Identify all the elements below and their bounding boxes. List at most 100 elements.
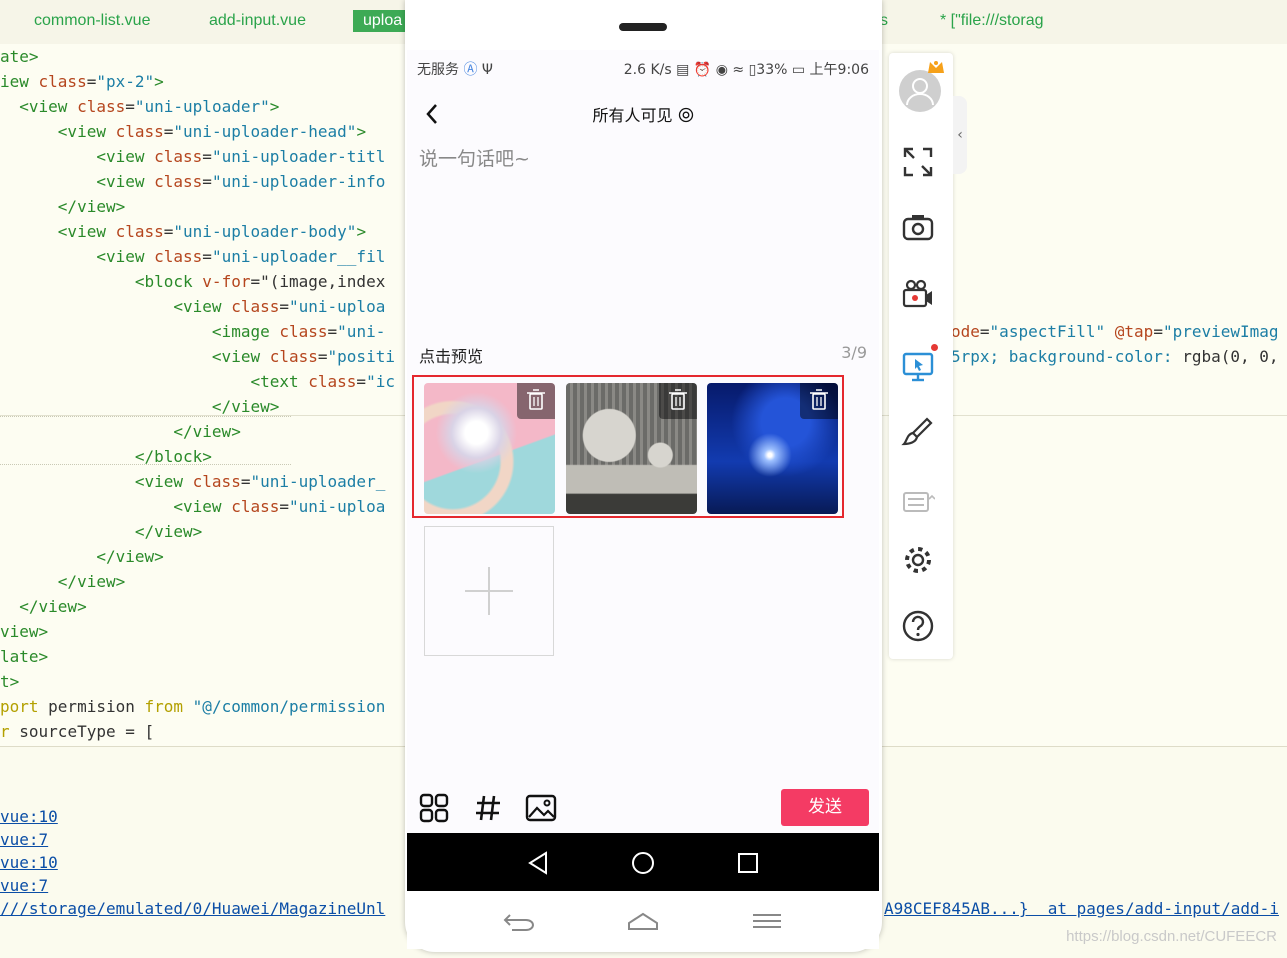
home-outline-icon[interactable] [627, 911, 659, 931]
status-speed: 2.6 K/s [623, 62, 672, 78]
camera-icon[interactable] [901, 211, 935, 245]
image-thumbnail[interactable] [424, 383, 555, 514]
code-token: 5rpx; background-color: [951, 347, 1183, 366]
nav-bar: 所有人可见 [407, 86, 879, 138]
image-thumbnail[interactable] [566, 383, 697, 514]
code-token: </view> [96, 547, 164, 566]
menu-icon[interactable] [751, 911, 783, 931]
tab-upload[interactable]: uploa [353, 10, 413, 32]
post-textarea[interactable]: 说一句话吧~ [419, 144, 859, 314]
code-token: "uni-uploader-titl [211, 147, 386, 166]
code-token: late> [0, 647, 49, 666]
code-token: <image [211, 322, 280, 341]
help-icon[interactable] [901, 609, 935, 643]
code-token: = [202, 247, 212, 266]
android-back-icon[interactable] [527, 851, 549, 875]
code-line: ate> [0, 44, 39, 69]
code-line: </view> [0, 394, 279, 419]
code-token: class [279, 322, 328, 341]
delete-button[interactable] [517, 383, 555, 419]
code-token: <view [57, 222, 116, 241]
usb-plug-icon: Ψ [481, 62, 493, 78]
fullscreen-icon[interactable] [901, 145, 935, 179]
delete-button[interactable] [800, 383, 838, 419]
code-token: </view> [211, 397, 280, 416]
code-token: "aspectFill" [989, 322, 1106, 341]
code-line: <view class="uni-uploader__fil [0, 244, 385, 269]
crown-icon [928, 61, 944, 73]
add-image-button[interactable] [424, 526, 554, 656]
console-link[interactable]: vue:10 [0, 807, 58, 826]
console-right-text[interactable]: A98CEF845AB...} at pages/add-input/add-i [884, 899, 1279, 918]
console-path[interactable]: ///storage/emulated/0/Huawei/MagazineUnl [0, 899, 385, 918]
code-line: </block> [0, 444, 212, 469]
keyboard-icon[interactable] [901, 483, 935, 517]
alarm-icon: ⏰ [693, 62, 712, 78]
code-token: "uni-uploader-body" [173, 222, 357, 241]
brush-icon[interactable] [901, 415, 935, 449]
code-token: <view [96, 147, 155, 166]
code-token: = [327, 322, 338, 341]
console-link[interactable]: vue:7 [0, 876, 48, 895]
tab-common-list[interactable]: common-list.vue [34, 12, 150, 30]
screen-cast-icon[interactable] [901, 349, 935, 383]
post-toolbar: 发送 [407, 783, 879, 833]
system-nav-bar [407, 833, 879, 891]
grid-icon[interactable] [419, 793, 449, 823]
android-recent-icon[interactable] [737, 851, 759, 875]
code-token: @tap [1114, 322, 1154, 341]
code-token: rgba(0, 0, [1182, 347, 1279, 366]
console-link[interactable]: vue:7 [0, 830, 48, 849]
code-token: "uni-uploader-head" [173, 122, 357, 141]
side-panel-collapse-button[interactable]: ‹ [953, 96, 967, 174]
code-line: <view class="uni-uploa [0, 494, 385, 519]
notification-dot [931, 344, 938, 351]
code-line: </view> [0, 594, 86, 619]
code-line: <view class="positi [0, 344, 395, 369]
code-token: <view [134, 472, 193, 491]
tab-add-input[interactable]: add-input.vue [209, 12, 306, 30]
console-link[interactable]: vue:10 [0, 853, 58, 872]
code-token: = [202, 147, 212, 166]
hashtag-icon[interactable] [473, 793, 503, 823]
code-token: from [144, 697, 184, 716]
tab-file-storage[interactable]: * ["file:///storag [940, 12, 1044, 30]
code-token: <view [211, 347, 270, 366]
code-token: "px-2" [96, 72, 155, 91]
code-token: </view> [134, 522, 203, 541]
code-line: r sourceType = [ [0, 719, 154, 744]
image-thumbnail[interactable] [707, 383, 838, 514]
code-line-right: 5rpx; background-color: rgba(0, 0, [951, 344, 1279, 369]
nav-title[interactable]: 所有人可见 [592, 106, 672, 125]
delete-button[interactable] [659, 383, 697, 419]
send-button[interactable]: 发送 [781, 789, 869, 826]
code-token: r [0, 722, 10, 741]
gear-icon[interactable] [901, 543, 935, 577]
code-line: view> [0, 619, 48, 644]
eye-icon: ◉ [715, 62, 728, 78]
emulator-bottom-bar [407, 891, 879, 949]
code-token: > [356, 222, 367, 241]
code-token: <view [19, 97, 78, 116]
code-line: </view> [0, 544, 164, 569]
code-line: <view class="uni-uploader-body"> [0, 219, 366, 244]
code-line: <view class="uni-uploader"> [0, 94, 279, 119]
code-line: </view> [0, 519, 202, 544]
image-icon[interactable] [525, 793, 557, 823]
visibility-settings-icon[interactable] [678, 107, 694, 123]
code-token: <view [57, 122, 116, 141]
undo-icon[interactable] [502, 911, 536, 931]
video-record-icon[interactable] [901, 277, 935, 311]
android-home-icon[interactable] [631, 851, 655, 875]
code-token: = [279, 297, 289, 316]
code-token: <view [96, 172, 155, 191]
code-token: = [163, 222, 174, 241]
code-token: = [86, 72, 97, 91]
watermark: https://blog.csdn.net/CUFEECR [1066, 928, 1277, 945]
code-token: </view> [57, 572, 126, 591]
